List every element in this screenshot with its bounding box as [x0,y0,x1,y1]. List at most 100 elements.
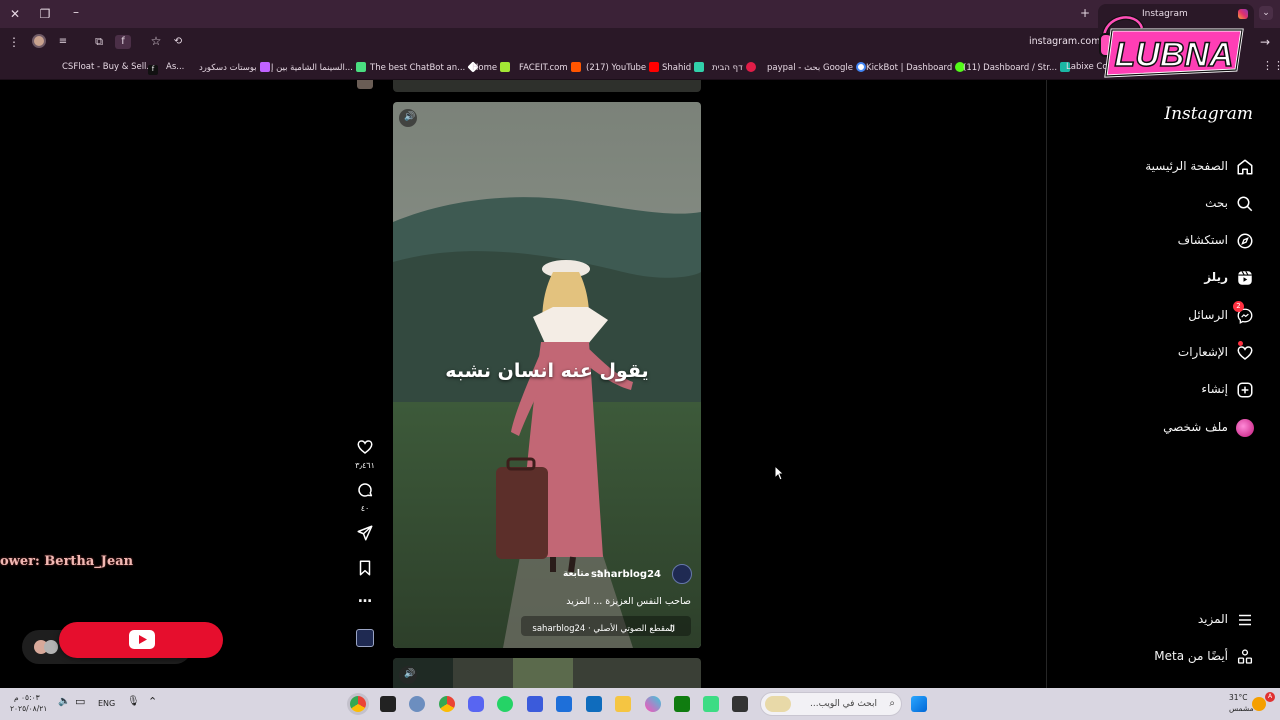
bookmark-item[interactable]: CSFloat - Buy & Sell... [62,62,155,72]
reel-author-avatar[interactable] [672,564,692,584]
nav-label: الصفحة الرئيسية [1145,159,1228,173]
bookmark-star-icon[interactable]: ☆ [148,34,164,48]
restore-window-icon[interactable]: ❐ [37,7,53,21]
language-indicator[interactable]: ENG [98,699,115,708]
bookmark-item[interactable]: بوستات دسكورد [199,62,270,73]
previous-reel-author-avatar[interactable] [357,80,373,89]
page-info-icon[interactable]: ⟲ [170,35,186,49]
clock-date[interactable]: ٢٠٢٥/٠٨/٢١ [10,704,47,713]
next-reel-preview[interactable]: 🔊 [393,658,701,688]
bookmark-item[interactable]: paypal - بحث Google [767,62,866,73]
profile-avatar[interactable] [32,34,46,48]
bookmark-favicon-icon [649,62,660,72]
meta-apps-icon [1237,649,1253,664]
messages-badge: 2 [1233,301,1244,312]
windows-taskbar: ٠٥:٠٣ م ٢٠٢٥/٠٨/٢١ 🔈 ▭ ENG 🎙 ⌃ ابحث في ا… [0,688,1280,720]
save-button[interactable] [353,559,377,581]
windows-start-icon[interactable] [911,696,927,712]
reel-audio-link[interactable]: ♫ المقطع الصوتي الأصلي · saharblog24 [521,616,691,636]
bookmark-item[interactable]: דף הבית [712,62,756,73]
bookmark-item[interactable]: (217) YouTube [586,62,660,73]
notification-dot [1238,341,1243,346]
reel-video[interactable]: 🔊 يقول عنه انسان نشبه saharblog24 • متاب… [393,102,701,648]
taskbar-search-input[interactable]: ابحث في الويب... ⌕ [760,692,902,716]
nav-also-from-meta[interactable]: أيضًا من Meta [1046,642,1280,672]
all-bookmarks-icon[interactable]: ⋮⋮ [1262,59,1280,72]
bookmark-label: The best ChatBot an... [370,63,466,73]
chrome-taskbar-icon[interactable] [350,696,366,712]
nav-messages[interactable]: الرسائل 2 [1046,301,1280,331]
weather-sun-icon[interactable] [1252,697,1266,711]
whatsapp-taskbar-icon[interactable] [497,696,513,712]
home-icon [1237,159,1253,175]
app-taskbar-icon[interactable] [380,696,396,712]
like-button[interactable]: ٣٫٤٦١ [353,438,377,470]
browser-tab-bar: ✕ ❐ – + Instagram ⌄ [0,0,1280,28]
weather-alert-badge: A [1265,692,1275,702]
bookmark-item[interactable]: (11) Dashboard / Str... [963,62,1071,73]
nav-reels[interactable]: ريلز [1046,263,1280,293]
app-taskbar-icon[interactable] [556,696,572,712]
forward-icon[interactable]: → [1257,35,1273,49]
bookmark-item[interactable]: Shahid [662,62,705,73]
discord-taskbar-icon[interactable] [468,696,484,712]
app-taskbar-icon[interactable] [645,696,661,712]
address-bar[interactable]: instagram.com/ [1029,36,1104,47]
bookmark-icon [359,560,371,576]
nav-notifications[interactable]: الإشعارات [1046,338,1280,368]
network-icon[interactable]: ▭ [75,695,85,708]
bookmark-label: (11) Dashboard / Str... [963,63,1058,73]
nav-explore[interactable]: استكشاف [1046,226,1280,256]
bookmark-favicon-icon [745,62,756,72]
menu-dots-icon[interactable]: ⋮ [6,35,22,49]
chrome-taskbar-icon[interactable] [439,696,455,712]
microphone-icon[interactable]: 🎙 [127,696,140,707]
bookmark-item[interactable]: Home [472,62,511,73]
nav-profile[interactable]: ملف شخصي [1046,413,1280,443]
audio-thumbnail[interactable] [356,629,374,647]
new-tab-icon[interactable]: + [1077,6,1093,20]
volume-icon[interactable]: 🔈 [58,696,70,707]
mouse-cursor-icon [774,465,784,481]
instagram-logo[interactable]: Instagram [1164,104,1253,124]
media-control-icon[interactable]: ≡ [55,35,71,49]
bookmark-favicon-icon [855,62,866,72]
app-taskbar-icon[interactable] [703,696,719,712]
nav-create[interactable]: إنشاء [1046,375,1280,405]
extensions-icon[interactable]: ⧉ [91,35,107,49]
share-button[interactable] [353,524,377,546]
bookmark-item[interactable]: FACEIT.com [519,62,581,73]
nav-home[interactable]: الصفحة الرئيسية [1046,152,1280,182]
clock-time[interactable]: ٠٥:٠٣ م [14,693,40,702]
weather-desc[interactable]: مشمس [1229,704,1254,713]
minimize-window-icon[interactable]: – [68,5,84,19]
bookmark-label: بوستات دسكورد [199,63,257,73]
bookmark-item[interactable]: KickBot | Dashboard [866,62,966,73]
xbox-taskbar-icon[interactable] [674,696,690,712]
weather-temp[interactable]: 31°C [1229,693,1248,702]
nav-label: الرسائل [1188,308,1228,322]
tray-chevron-icon[interactable]: ⌃ [148,695,157,708]
nav-search[interactable]: بحث [1046,189,1280,219]
tab-search-icon[interactable]: ⌄ [1259,6,1273,20]
bookmark-item[interactable]: السينما الشامية بين إ... [271,62,366,73]
reel-description[interactable]: صاحب النفس العزيزة ... المزيد [566,596,691,607]
bookmark-item[interactable]: As... [166,62,184,72]
app-taskbar-icon[interactable] [732,696,748,712]
app-taskbar-icon[interactable] [409,696,425,712]
outlook-taskbar-icon[interactable] [586,696,602,712]
bookmark-item[interactable]: The best ChatBot an... [370,61,479,73]
file-explorer-taskbar-icon[interactable] [615,696,631,712]
comment-button[interactable]: ٤٠ [353,481,377,513]
follow-button[interactable]: متابعة [563,569,590,579]
search-placeholder: ابحث في الويب... [810,699,877,709]
create-icon [1237,382,1253,398]
reels-icon [1238,270,1252,285]
app-taskbar-icon[interactable] [527,696,543,712]
extension-f-icon[interactable]: f [115,35,131,49]
close-window-icon[interactable]: ✕ [7,7,23,21]
bookmark-item[interactable]: f [145,62,158,75]
more-options-icon[interactable]: … [353,590,377,606]
nav-label: إنشاء [1201,382,1228,396]
nav-more[interactable]: المزيد [1046,605,1280,635]
